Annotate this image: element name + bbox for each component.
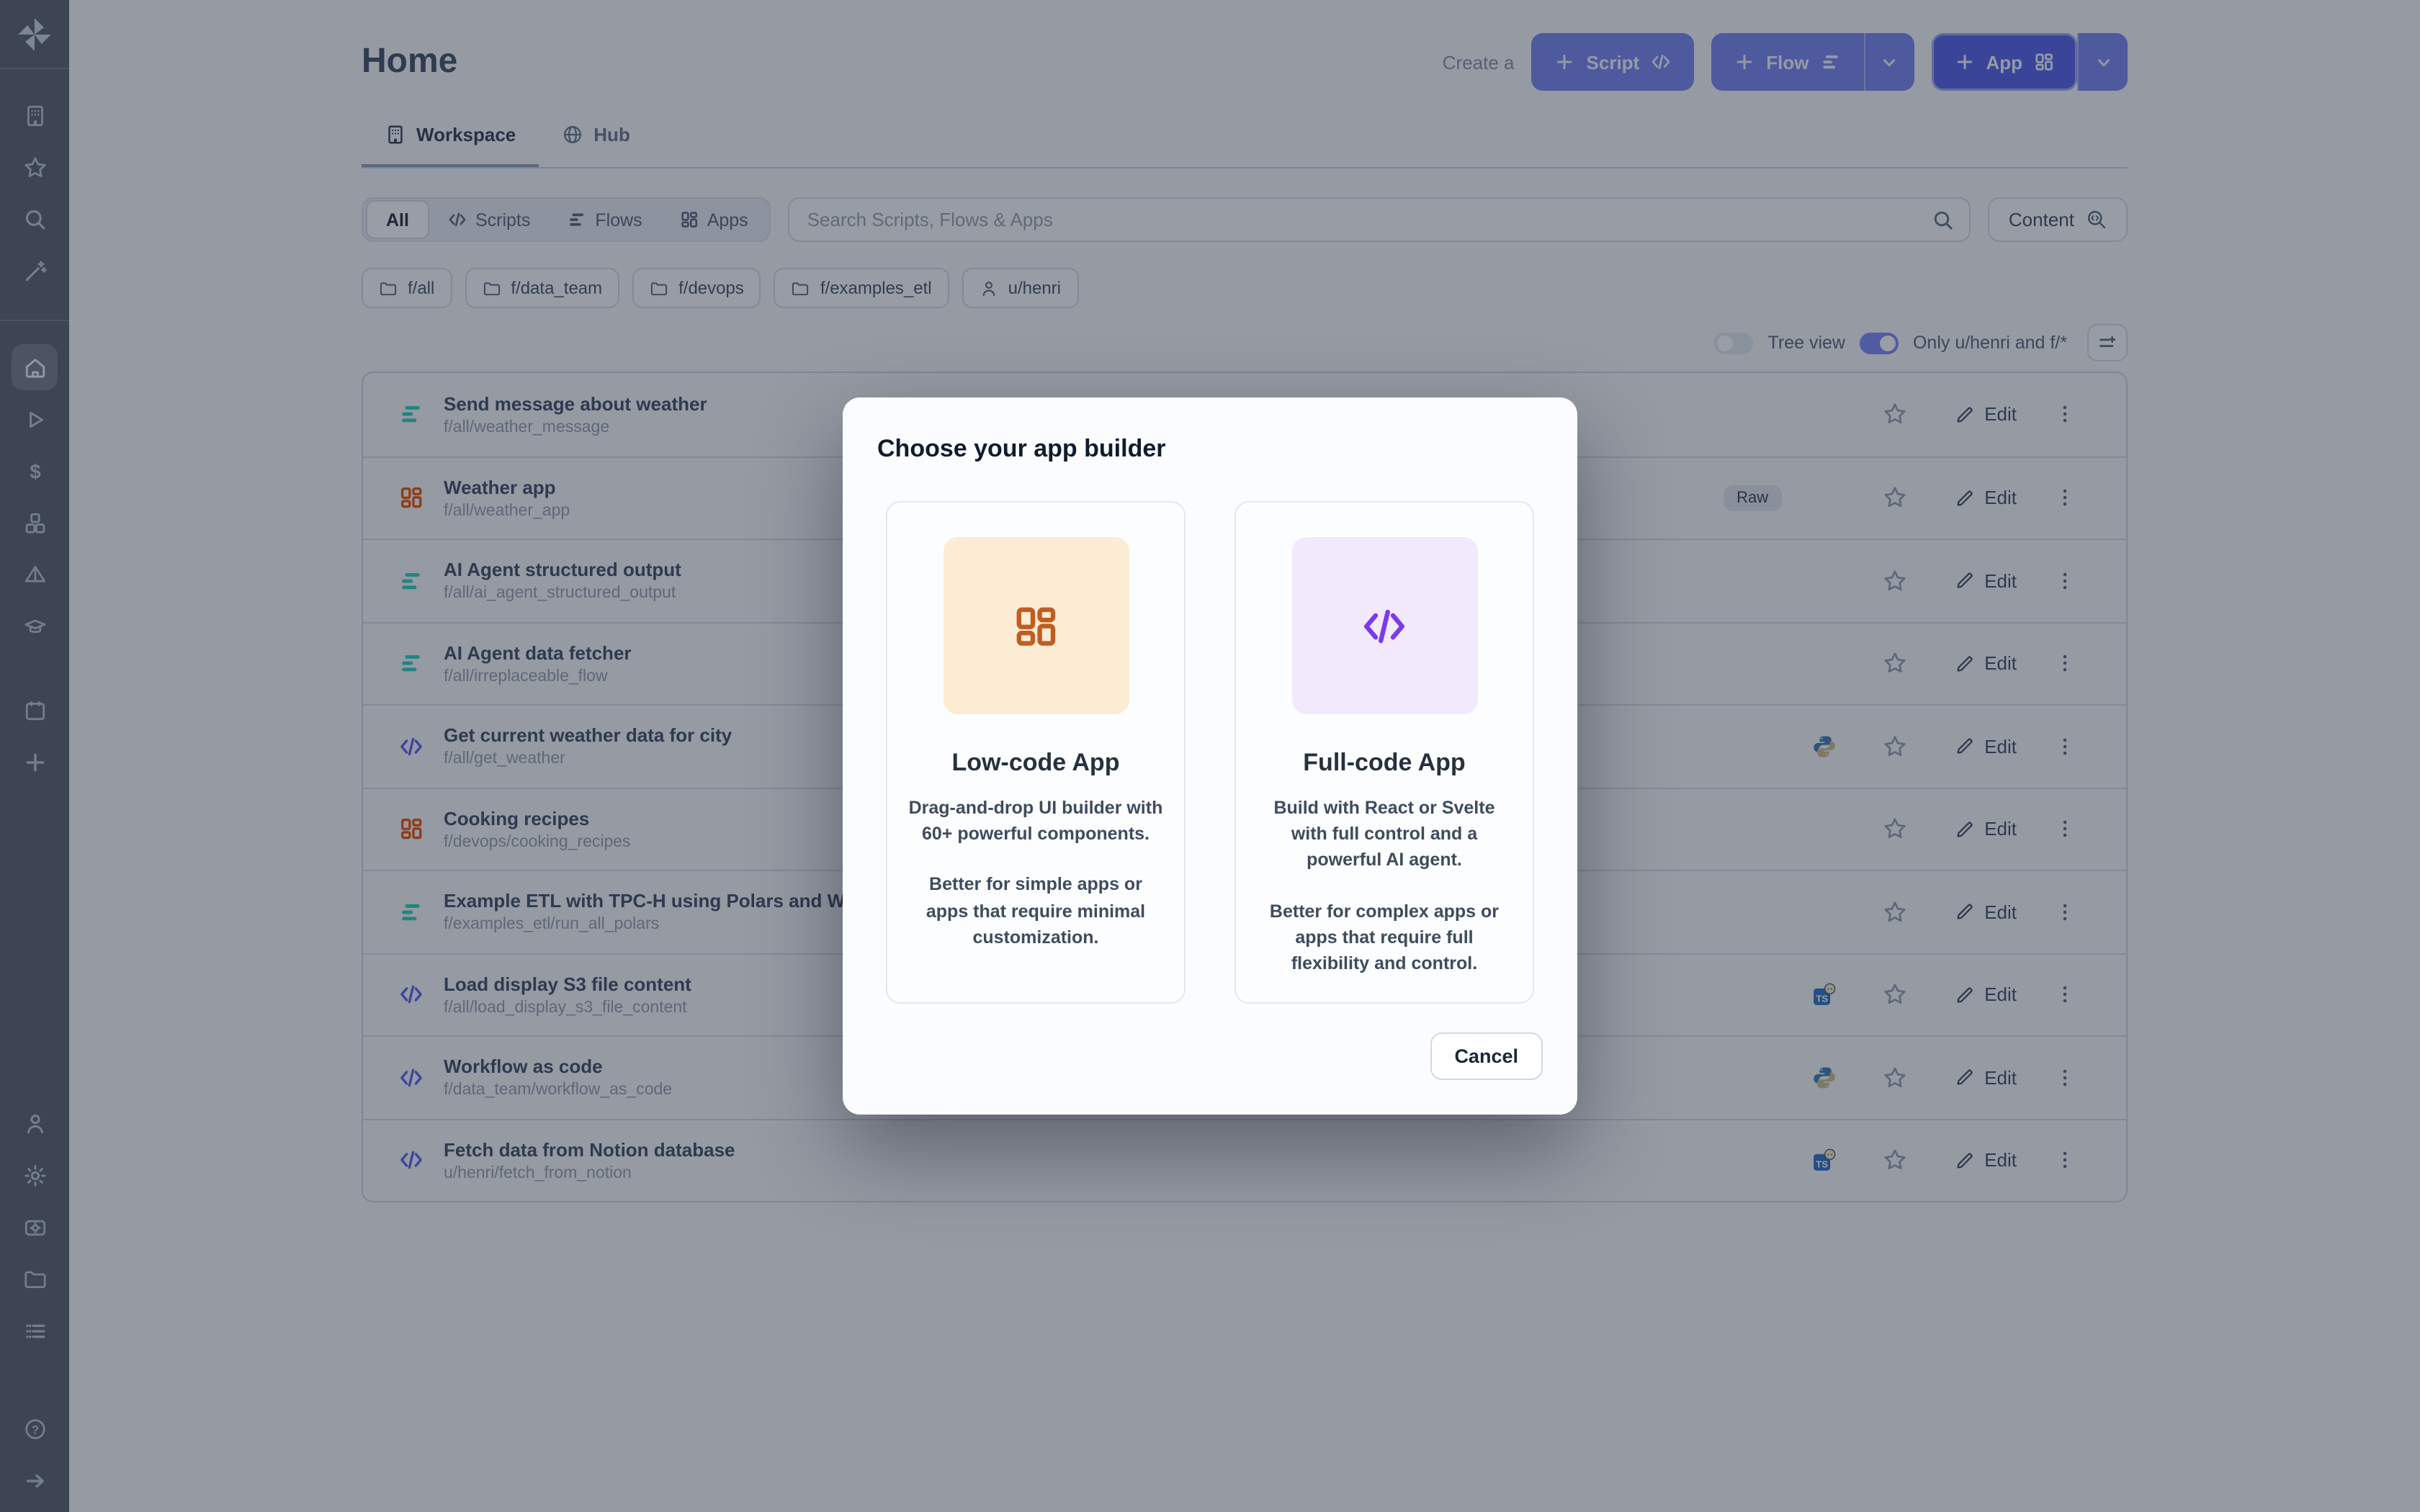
low-code-tile <box>943 537 1129 714</box>
option-title: Low-code App <box>908 749 1164 778</box>
code-icon <box>1361 603 1407 649</box>
app-grid-icon <box>1013 603 1059 649</box>
option-desc: Better for simple apps or apps that requ… <box>908 872 1164 950</box>
full-code-tile <box>1291 537 1477 714</box>
cancel-button[interactable]: Cancel <box>1430 1032 1543 1080</box>
option-desc: Better for complex apps or apps that req… <box>1256 898 1512 976</box>
windmill-home-page: Home Create a Script Flow <box>0 0 2420 1512</box>
full-code-app-card[interactable]: Full-code App Build with React or Svelte… <box>1234 501 1534 1004</box>
app-builder-modal: Choose your app builder Low-code App Dra… <box>843 397 1577 1115</box>
option-desc: Drag-and-drop UI builder with 60+ powerf… <box>908 795 1164 847</box>
modal-title: Choose your app builder <box>877 435 1543 464</box>
option-title: Full-code App <box>1256 749 1512 778</box>
low-code-app-card[interactable]: Low-code App Drag-and-drop UI builder wi… <box>886 501 1186 1004</box>
option-desc: Build with React or Svelte with full con… <box>1256 795 1512 873</box>
